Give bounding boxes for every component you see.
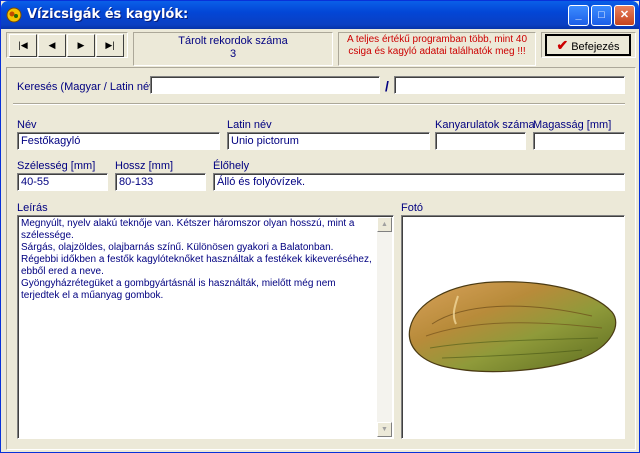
minimize-button[interactable]: _ [568,5,589,26]
width-field[interactable]: 40-55 [17,173,108,191]
first-record-button[interactable]: |◀ [9,34,37,57]
search-hungarian-input[interactable] [150,76,380,94]
length-label: Hossz [mm] [115,160,174,172]
mussel-shell-image [408,281,617,373]
record-count-label: Tárolt rekordok száma [178,35,288,47]
latin-name-field[interactable]: Unio pictorum [227,132,430,150]
name-field[interactable]: Festőkagyló [17,132,220,150]
habitat-field[interactable]: Álló és folyóvízek. [213,173,625,191]
app-icon [6,7,22,23]
description-text: Megnyúlt, nyelv alakú teknője van. Kétsz… [21,218,372,301]
exit-panel: ✔ Befejezés [541,32,636,58]
search-latin-input[interactable] [394,76,625,94]
description-scrollbar[interactable]: ▲ ▼ [377,217,392,437]
photo-frame [401,215,625,439]
height-label: Magasság [mm] [533,119,612,131]
window-title: Vízicsigák és kagylók: [27,7,189,22]
exit-button[interactable]: ✔ Befejezés [545,34,631,56]
last-record-button[interactable]: ▶| [96,34,124,57]
name-label: Név [17,119,37,131]
length-field[interactable]: 80-133 [115,173,206,191]
record-count-value: 3 [229,48,237,60]
divider [13,103,625,105]
width-label: Szélesség [mm] [17,160,96,172]
habitat-label: Élőhely [213,160,250,172]
description-label: Leírás [17,202,48,214]
previous-record-button[interactable]: ◀ [38,34,66,57]
whorls-label: Kanyarulatok száma [435,119,535,131]
scroll-down-arrow-icon[interactable]: ▼ [377,422,392,437]
record-count-panel: Tárolt rekordok száma 3 [133,32,333,66]
whorls-field[interactable] [435,132,526,150]
close-button[interactable]: ✕ [614,5,635,26]
latin-name-label: Latin név [227,119,272,131]
checkmark-icon: ✔ [556,37,569,53]
main-window: Vízicsigák és kagylók: _ □ ✕ |◀ ◀ ▶ ▶| T… [0,0,640,453]
next-record-button[interactable]: ▶ [67,34,95,57]
title-bar[interactable]: Vízicsigák és kagylók: _ □ ✕ [1,1,639,29]
description-textarea[interactable]: Megnyúlt, nyelv alakú teknője van. Kétsz… [17,215,394,439]
height-field[interactable] [533,132,625,150]
search-label: Keresés (Magyar / Latin név): [17,81,162,93]
maximize-button[interactable]: □ [591,5,612,26]
full-version-notice: A teljes értékű programban több, mint 40… [346,34,528,57]
scroll-up-arrow-icon[interactable]: ▲ [377,217,392,232]
info-panel: A teljes értékű programban több, mint 40… [338,32,536,66]
navigation-panel: |◀ ◀ ▶ ▶| [6,32,128,58]
exit-button-label: Befejezés [571,41,620,53]
search-separator: / [385,78,389,94]
photo-label: Fotó [401,202,424,214]
